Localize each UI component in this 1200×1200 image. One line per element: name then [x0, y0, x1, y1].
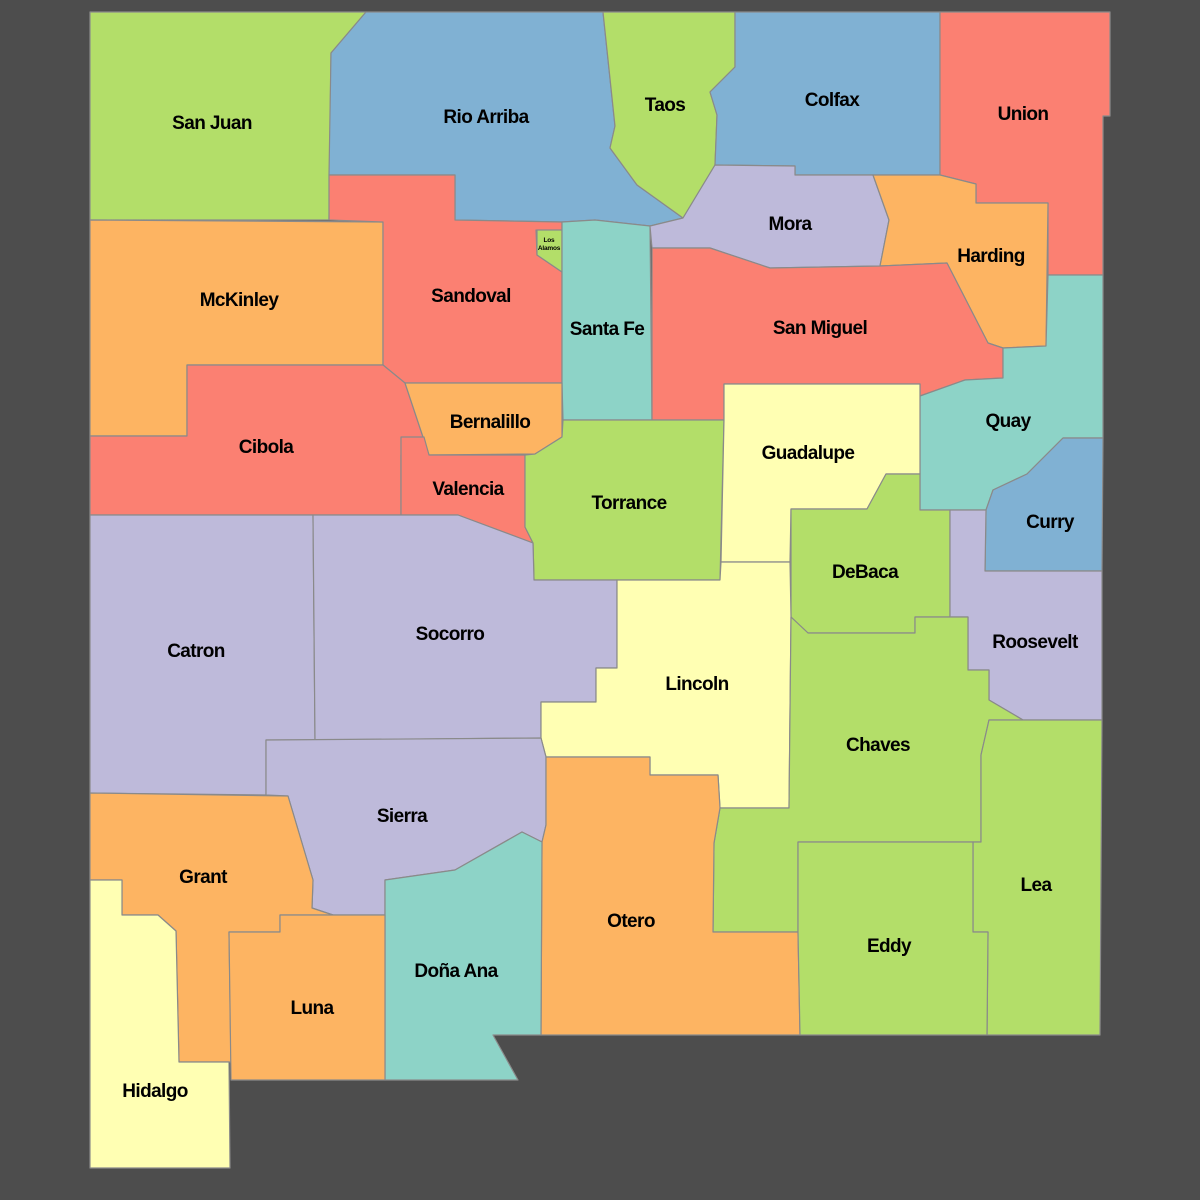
county-label-curry: Curry [1026, 512, 1075, 533]
county-label-socorro: Socorro [416, 624, 485, 645]
county-label-eddy: Eddy [867, 936, 912, 957]
county-label-guadalupe: Guadalupe [762, 443, 855, 464]
new-mexico-county-map: San Juan Rio Arriba Taos Colfax Union McKinle… [0, 0, 1200, 1200]
county-label-dona-ana: Doña Ana [414, 961, 498, 982]
county-label-torrance: Torrance [591, 493, 666, 514]
county-label-rio-arriba: Rio Arriba [443, 107, 529, 128]
county-label-sandoval: Sandoval [431, 286, 511, 307]
county-label-lea: Lea [1021, 875, 1053, 896]
county-label-quay: Quay [985, 411, 1031, 432]
county-label-san-juan: San Juan [172, 113, 252, 134]
county-label-lincoln: Lincoln [665, 674, 728, 695]
county-label-hidalgo: Hidalgo [122, 1081, 187, 1102]
county-label-chaves: Chaves [846, 735, 910, 756]
counties-layer [89, 11, 1111, 1169]
county-label-colfax: Colfax [805, 90, 861, 111]
county-label-mora: Mora [769, 214, 813, 235]
county-label-catron: Catron [167, 641, 225, 662]
county-label-valencia: Valencia [432, 479, 504, 500]
county-label-roosevelt: Roosevelt [992, 632, 1079, 653]
county-label-bernalillo: Bernalillo [450, 412, 531, 433]
county-label-debaca: DeBaca [832, 562, 899, 583]
county-label-grant: Grant [179, 867, 228, 888]
county-label-mckinley: McKinley [200, 290, 280, 311]
county-label-otero: Otero [607, 911, 655, 932]
county-label-luna: Luna [291, 998, 335, 1019]
county-label-union: Union [998, 104, 1049, 125]
county-label-santa-fe: Santa Fe [570, 319, 644, 340]
county-label-sierra: Sierra [377, 806, 428, 827]
county-label-san-miguel: San Miguel [773, 318, 867, 339]
county-label-cibola: Cibola [239, 437, 294, 458]
county-label-taos: Taos [645, 95, 686, 116]
county-label-harding: Harding [957, 246, 1025, 267]
